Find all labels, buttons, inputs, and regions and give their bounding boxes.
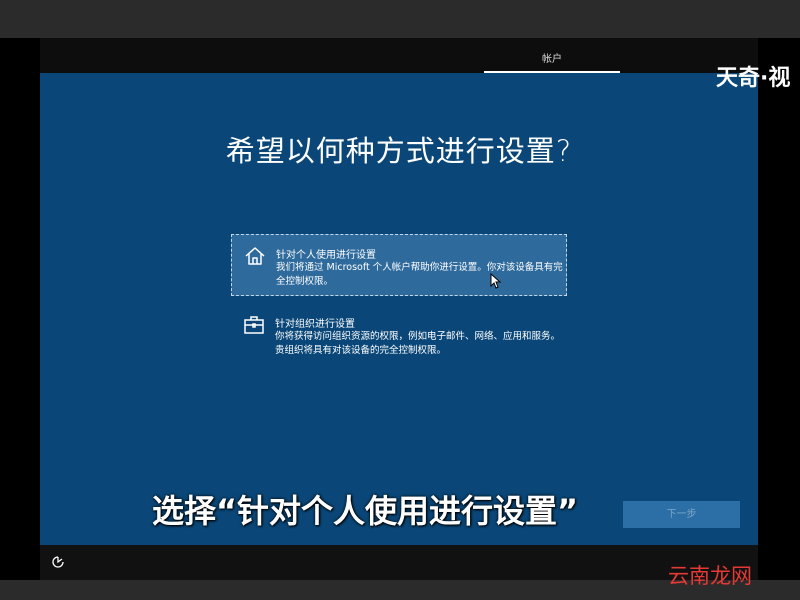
video-top-bar (0, 0, 800, 38)
setup-header: 帐户 (40, 38, 758, 73)
letterbox-left (0, 38, 40, 580)
setup-footer (40, 545, 758, 580)
option-title: 针对组织进行设置 (275, 319, 355, 330)
letterbox-right (758, 38, 800, 580)
next-button[interactable]: 下一步 (623, 501, 740, 528)
watermark-bottom: 云南龙网 (668, 564, 752, 588)
step-tab-account: 帐户 (484, 38, 620, 73)
option-personal-use[interactable]: 针对个人使用进行设置 我们将通过 Microsoft 个人帐户帮助你进行设置。你… (231, 234, 567, 296)
option-title: 针对个人使用进行设置 (276, 250, 376, 261)
step-label: 帐户 (542, 54, 562, 65)
watermark-top: 天奇·视 (716, 66, 791, 91)
home-icon (245, 247, 265, 265)
page-title: 希望以何种方式进行设置? (225, 134, 573, 168)
mouse-cursor-icon (490, 273, 502, 289)
video-subtitle: 选择“针对个人使用进行设置” (152, 492, 579, 530)
option-organization[interactable]: 针对组织进行设置 你将获得访问组织资源的权限，例如电子邮件、网络、应用和服务。贵… (231, 304, 567, 366)
setup-main: 希望以何种方式进行设置? 针对个人使用进行设置 我们将通过 Microsoft … (40, 73, 758, 545)
accessibility-icon[interactable] (51, 555, 65, 569)
option-description: 我们将通过 Microsoft 个人帐户帮助你进行设置。你对该设备具有完全控制权… (276, 262, 563, 287)
option-description: 你将获得访问组织资源的权限，例如电子邮件、网络、应用和服务。贵组织将具有对该设备… (275, 331, 561, 356)
briefcase-icon (244, 316, 264, 334)
